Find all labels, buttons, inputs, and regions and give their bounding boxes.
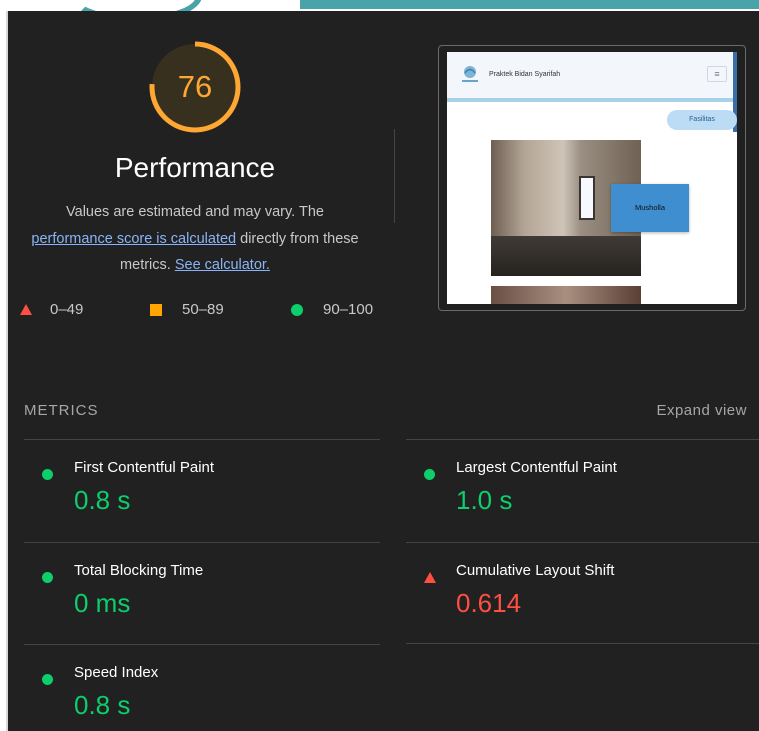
background-swoosh: [70, 0, 202, 11]
background-teal-band: [300, 0, 759, 9]
metric-label: Largest Contentful Paint: [456, 459, 617, 476]
legend-average-label: 50–89: [182, 301, 224, 318]
metric-divider: [24, 542, 380, 543]
legend-pass-label: 90–100: [323, 301, 374, 318]
screenshot-header: Praktek Bidan Syarifah ≡: [447, 52, 737, 102]
photo-floor: [491, 236, 641, 276]
metric-value: 1.0 s: [456, 485, 513, 515]
see-calculator-link[interactable]: See calculator.: [175, 257, 270, 273]
screenshot-page: Praktek Bidan Syarifah ≡ Fasilitas Musho…: [447, 52, 737, 304]
metric-divider: [406, 439, 759, 440]
metric-largest-contentful-paint: Largest Contentful Paint 1.0 s: [406, 439, 759, 541]
square-icon: [150, 303, 162, 316]
metric-label: Cumulative Layout Shift: [456, 562, 615, 579]
performance-description: Values are estimated and may vary. The p…: [14, 199, 376, 279]
metric-label: First Contentful Paint: [74, 459, 215, 476]
legend-pass: 90–100: [291, 301, 373, 318]
metric-divider: [24, 644, 380, 645]
metrics-bottom-divider: [406, 643, 759, 644]
metrics-heading: METRICS: [24, 402, 99, 419]
final-screenshot-thumbnail[interactable]: Praktek Bidan Syarifah ≡ Fasilitas Musho…: [438, 45, 746, 311]
metric-cumulative-layout-shift: Cumulative Layout Shift 0.614: [406, 542, 759, 644]
metric-value: 0.614: [456, 588, 522, 618]
screenshot-second-photo: [491, 286, 641, 304]
screenshot-pill-fasilitas: Fasilitas: [667, 110, 737, 130]
pass-circle-icon: [42, 674, 53, 685]
metric-label: Speed Index: [74, 664, 159, 681]
left-edge: [0, 11, 8, 731]
pass-circle-icon: [424, 469, 435, 480]
metric-divider: [406, 542, 759, 543]
legend-average: 50–89: [150, 301, 224, 318]
metric-value: 0.8 s: [74, 485, 131, 515]
desc-line-2: directly from these: [236, 230, 359, 247]
lighthouse-report-panel: 76 Performance Values are estimated and …: [8, 11, 759, 731]
metric-first-contentful-paint: First Contentful Paint 0.8 s: [24, 439, 380, 541]
photo-window: [579, 176, 595, 220]
performance-gauge[interactable]: 76: [147, 39, 243, 135]
clinic-logo-icon: [462, 66, 478, 82]
metric-value: 0 ms: [74, 588, 131, 618]
legend-fail-label: 0–49: [50, 301, 84, 318]
circle-icon: [291, 303, 303, 316]
metric-divider: [24, 439, 380, 440]
hamburger-icon: ≡: [707, 66, 727, 82]
score-calculated-link[interactable]: performance score is calculated: [31, 231, 236, 247]
screenshot-brand: Praktek Bidan Syarifah: [489, 71, 561, 78]
desc-line-1: Values are estimated and may vary. The: [66, 204, 324, 220]
fail-triangle-icon: [424, 572, 436, 583]
vertical-divider: [394, 129, 395, 223]
triangle-icon: [20, 304, 32, 315]
top-background-strip: [0, 0, 759, 11]
metric-value: 0.8 s: [74, 690, 131, 720]
performance-score: 76: [177, 69, 213, 104]
pass-circle-icon: [42, 572, 53, 583]
metric-speed-index: Speed Index 0.8 s: [24, 644, 380, 731]
performance-title: Performance: [114, 152, 276, 183]
expand-view-toggle[interactable]: Expand view: [656, 402, 747, 419]
metric-total-blocking-time: Total Blocking Time 0 ms: [24, 542, 380, 644]
metric-label: Total Blocking Time: [74, 562, 204, 579]
screenshot-caption-musholla: Musholla: [611, 184, 689, 232]
desc-line-3: metrics.: [120, 257, 175, 273]
legend-fail: 0–49: [20, 301, 83, 318]
pass-circle-icon: [42, 469, 53, 480]
